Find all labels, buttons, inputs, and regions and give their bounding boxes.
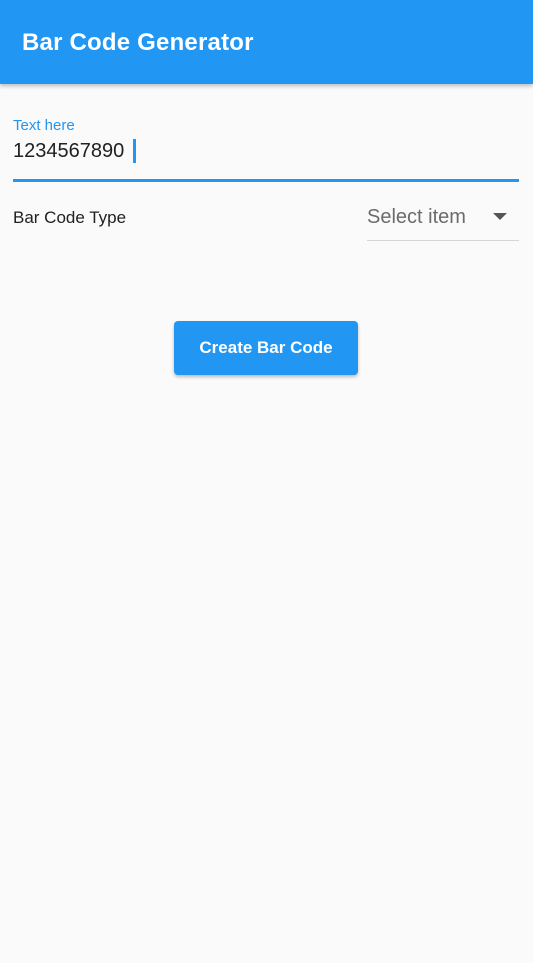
app-bar-title: Bar Code Generator bbox=[22, 29, 254, 56]
create-bar-code-button[interactable]: Create Bar Code bbox=[174, 321, 358, 375]
text-cursor bbox=[133, 139, 136, 163]
dropdown-hint: Select item bbox=[367, 206, 466, 228]
barcode-type-dropdown[interactable]: Select item bbox=[367, 194, 519, 242]
app-bar: Bar Code Generator bbox=[0, 0, 533, 84]
text-input[interactable] bbox=[13, 138, 513, 164]
barcode-type-label: Bar Code Type bbox=[13, 208, 127, 227]
text-field-label: Text here bbox=[13, 117, 75, 134]
text-field-underline bbox=[13, 179, 519, 182]
arrow-drop-down-icon bbox=[493, 213, 507, 220]
dropdown-underline bbox=[367, 240, 519, 241]
text-field[interactable]: Text here bbox=[13, 110, 519, 184]
